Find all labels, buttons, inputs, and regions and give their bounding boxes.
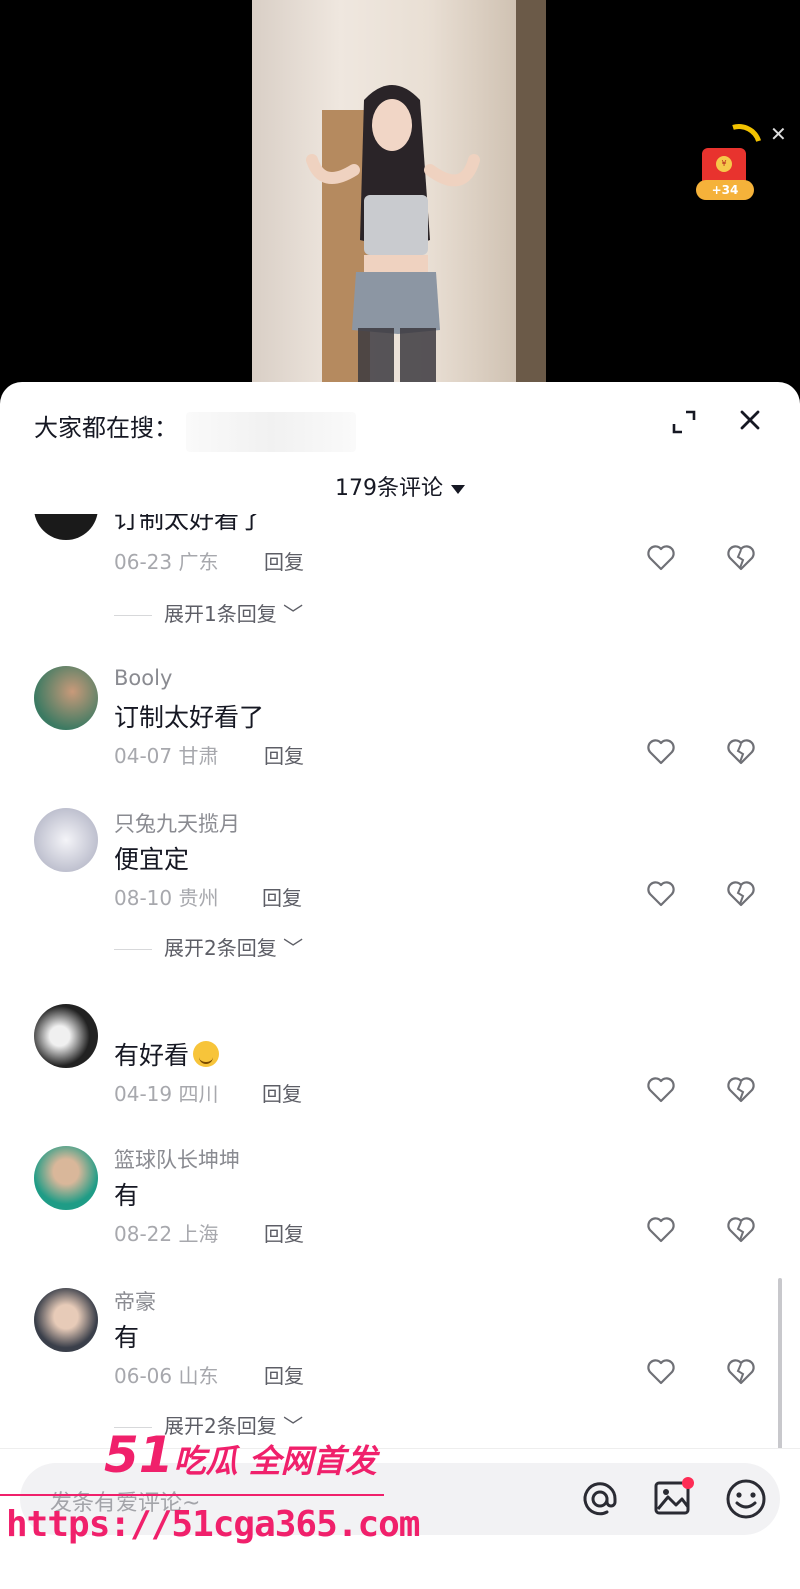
reply-button[interactable]: 回复 [264,1360,304,1389]
heart-icon[interactable] [646,880,676,908]
expand-replies-label: 展开1条回复 [164,602,277,626]
comment-text: 有 [114,1181,140,1210]
comment-username[interactable]: 帝豪 [114,1286,156,1316]
heart-icon[interactable] [646,544,676,572]
coin-icon: ¥ [716,156,732,172]
comment-input-bar: 发条有爱评论~ [0,1448,800,1589]
expand-replies-label: 展开2条回复 [164,936,277,960]
reply-button[interactable]: 回复 [262,1078,302,1107]
avatar[interactable] [34,666,98,730]
reply-button[interactable]: 回复 [262,882,302,911]
comment-meta: 06-23 广东 [114,546,218,575]
emoji-icon[interactable] [724,1477,768,1521]
comment-meta: 06-06 山东 [114,1360,218,1389]
comment-date: 08-10 [114,886,173,910]
search-hint-label[interactable]: 大家都在搜： [34,408,178,443]
comment-date: 04-07 [114,744,173,768]
broken-heart-icon[interactable] [726,1216,756,1244]
comment-list[interactable]: 订制太好看了 06-23 广东 回复 展开1条回复 ﹀ Booly 订制太好看了… [0,514,800,1444]
comment-text: 有好看 [114,1036,220,1072]
avatar[interactable] [34,1288,98,1352]
heart-icon[interactable] [646,1076,676,1104]
close-reward-icon[interactable]: ✕ [770,122,787,146]
expand-replies-button[interactable]: 展开1条回复 ﹀ [114,598,303,627]
heart-icon[interactable] [646,1358,676,1386]
reply-button[interactable]: 回复 [264,740,304,769]
broken-heart-icon[interactable] [726,544,756,572]
comment-date: 04-19 [114,1082,173,1106]
comment-location: 甘肃 [178,744,219,768]
avatar[interactable] [34,1004,98,1068]
comment-date: 08-22 [114,1222,173,1246]
comment-meta: 08-22 上海 [114,1218,218,1247]
avatar[interactable] [34,808,98,872]
heart-icon[interactable] [646,738,676,766]
comment-date: 06-06 [114,1364,173,1388]
comment-input-placeholder: 发条有爱评论~ [50,1491,201,1516]
avatar[interactable] [34,1146,98,1210]
comment-meta: 08-10 贵州 [114,882,218,911]
comment-location: 山东 [178,1364,219,1388]
close-icon[interactable] [736,406,764,434]
comment-date: 06-23 [114,550,173,574]
comment-username[interactable]: 只兔九天揽月 [114,808,240,838]
dancer-figure [306,85,480,390]
comment-count-label: 179条评论 [335,476,443,501]
comment-text: 订制太好看了 [114,703,265,732]
caret-down-icon [451,484,465,494]
comment-meta: 04-19 四川 [114,1078,218,1107]
comment-location: 贵州 [178,886,219,910]
comment-sheet: 大家都在搜： 179条评论 订制太好看了 06-23 广东 回复 展开1条回复 … [0,382,800,1589]
comment-text: 有 [114,1323,140,1352]
at-icon[interactable] [580,1479,620,1519]
broken-heart-icon[interactable] [726,1358,756,1386]
comment-username[interactable]: Booly [114,666,172,690]
video-player[interactable]: ¥ +34 ✕ [0,0,800,400]
video-frame [252,0,546,390]
reply-button[interactable]: 回复 [264,1218,304,1247]
comment-text: 便宜定 [114,845,190,874]
comment-location: 上海 [178,1222,219,1246]
image-icon[interactable] [652,1477,694,1519]
comment-location: 广东 [178,550,219,574]
heart-icon[interactable] [646,1216,676,1244]
red-packet-reward[interactable]: ¥ +34 [696,115,771,210]
grin-emoji-icon [193,1041,220,1067]
comment-username[interactable]: 篮球队长坤坤 [114,1144,240,1174]
broken-heart-icon[interactable] [726,738,756,766]
comment-input[interactable]: 发条有爱评论~ [20,1463,780,1535]
avatar[interactable] [34,514,98,540]
reply-button[interactable]: 回复 [264,546,304,575]
search-hint-blurred[interactable] [186,412,356,452]
broken-heart-icon[interactable] [726,1076,756,1104]
comment-text: 订制太好看了 [114,514,265,534]
scrollbar[interactable] [778,1278,782,1474]
sheet-header: 大家都在搜： [0,382,800,462]
broken-heart-icon[interactable] [726,880,756,908]
expand-icon[interactable] [670,408,698,436]
comment-count-dropdown[interactable]: 179条评论 [0,470,800,502]
expand-replies-button[interactable]: 展开2条回复 ﹀ [114,1410,303,1439]
expand-replies-button[interactable]: 展开2条回复 ﹀ [114,932,303,961]
reward-badge: +34 [696,180,754,200]
expand-replies-label: 展开2条回复 [164,1414,277,1438]
comment-meta: 04-07 甘肃 [114,740,218,769]
comment-location: 四川 [178,1082,219,1106]
